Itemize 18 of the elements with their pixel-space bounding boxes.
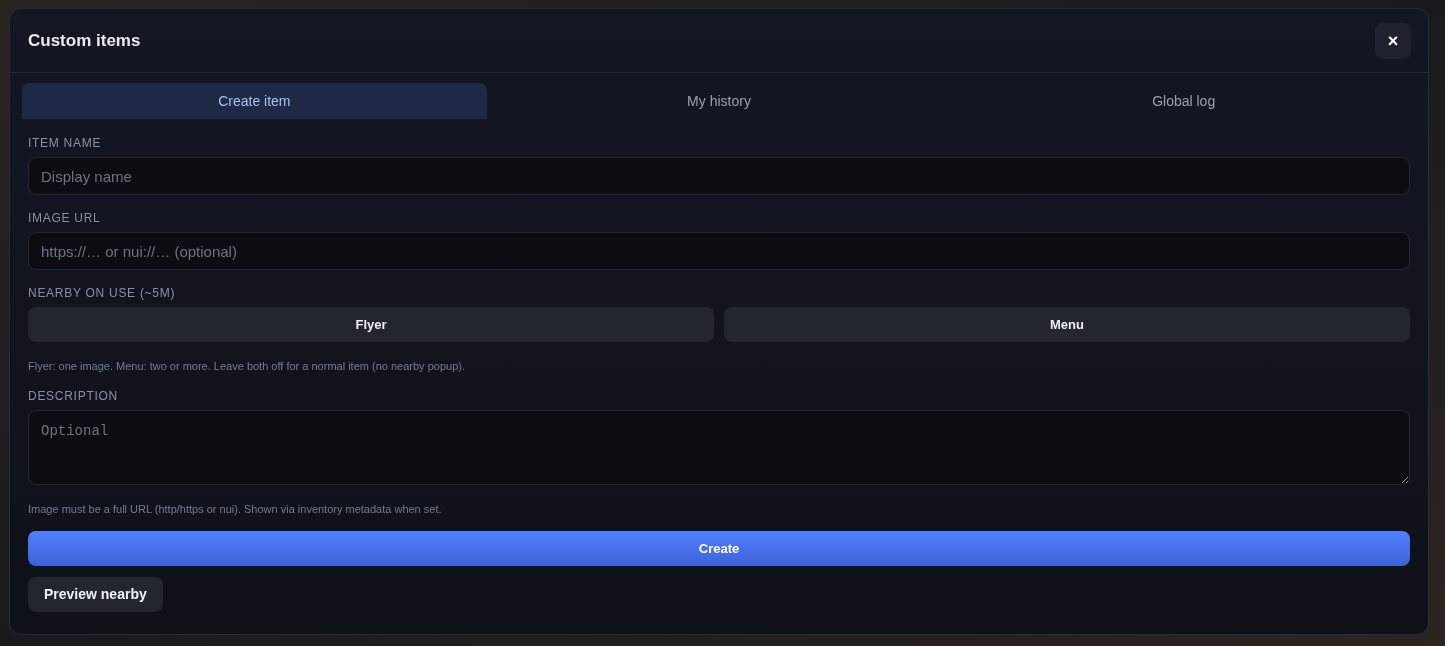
field-label: ITEM NAME <box>28 136 103 150</box>
field-label: DESCRIPTION <box>28 389 119 403</box>
input-field[interactable]: Display name <box>28 157 1410 195</box>
input-field[interactable]: https://… or nui://… (optional) <box>28 232 1410 270</box>
close-button[interactable]: × <box>1375 22 1411 59</box>
tab[interactable]: My history <box>486 83 952 119</box>
field-label: IMAGE URL <box>28 211 102 225</box>
description-field[interactable]: Optional <box>28 410 1410 485</box>
preview-button[interactable]: Preview nearby <box>28 577 163 612</box>
create-button[interactable]: Create <box>28 531 1410 566</box>
field-label: NEARBY ON USE (~5M) <box>28 286 177 300</box>
tab[interactable]: Global log <box>951 83 1416 119</box>
window-title: Custom items <box>28 29 141 52</box>
hint-text: Flyer: one image. Menu: two or more. Leave both off for a normal item (no nearby popup). <box>28 359 466 373</box>
tab[interactable]: Create item <box>22 83 487 119</box>
toggle-button[interactable]: Flyer <box>28 307 714 342</box>
toggle-button[interactable]: Menu <box>724 307 1410 342</box>
hint-text: Image must be a full URL (http/https or nui). Shown via inventory metadata when set. <box>28 502 443 516</box>
